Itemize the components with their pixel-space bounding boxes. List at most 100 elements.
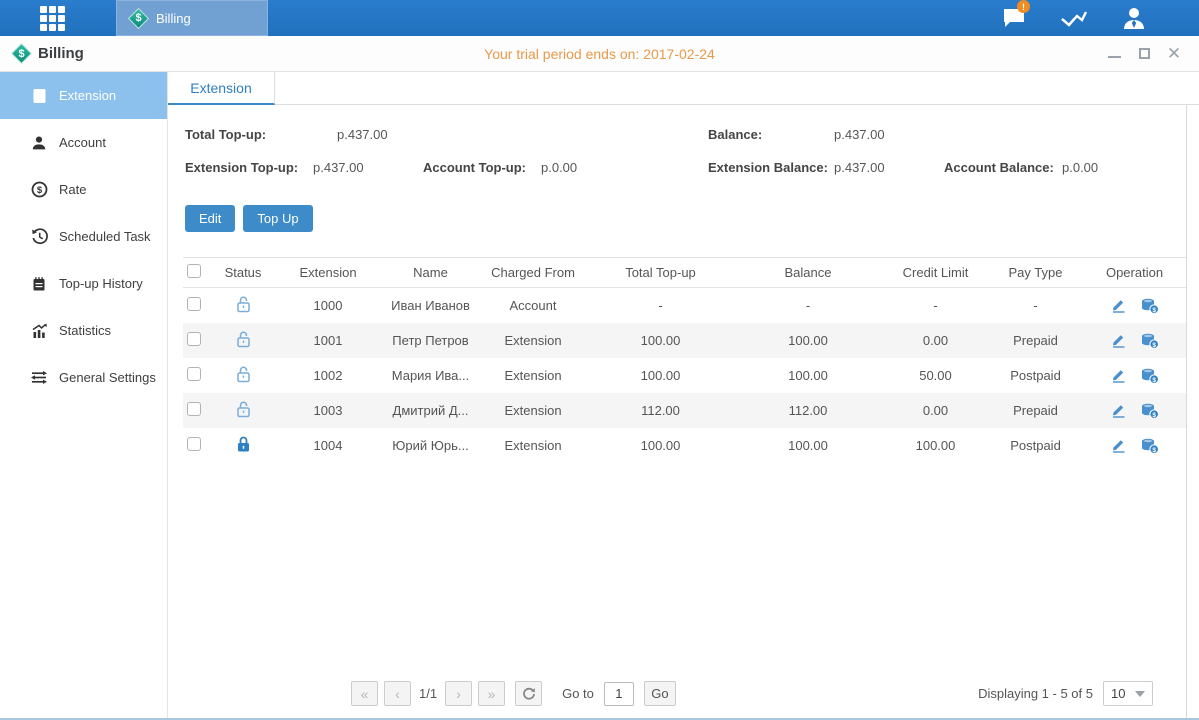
col-header-name: Name bbox=[383, 265, 478, 280]
goto-label: Go to bbox=[562, 686, 594, 701]
charged-from-cell: Extension bbox=[478, 438, 588, 453]
last-page-button[interactable]: » bbox=[478, 681, 505, 706]
status-cell bbox=[213, 331, 273, 351]
total-topup-cell: 100.00 bbox=[588, 333, 733, 348]
row-checkbox[interactable] bbox=[187, 297, 201, 311]
credit-limit-cell: 50.00 bbox=[883, 368, 988, 383]
svg-text:$: $ bbox=[1152, 412, 1156, 419]
notification-badge: ! bbox=[1017, 0, 1030, 13]
top-up-coins-icon[interactable]: $ bbox=[1141, 333, 1159, 349]
lock-open-icon bbox=[236, 336, 251, 351]
balance-cell: 100.00 bbox=[733, 438, 883, 453]
sidebar-item-label: Scheduled Task bbox=[59, 229, 151, 244]
total-topup-value: p.437.00 bbox=[337, 127, 388, 142]
status-cell bbox=[213, 436, 273, 456]
balance-cell: 100.00 bbox=[733, 368, 883, 383]
next-page-button[interactable]: › bbox=[445, 681, 472, 706]
edit-button[interactable]: Edit bbox=[185, 205, 235, 232]
maximize-button[interactable] bbox=[1139, 48, 1150, 59]
charged-from-cell: Account bbox=[478, 298, 588, 313]
total-topup-cell: - bbox=[588, 298, 733, 313]
app-grid-icon[interactable] bbox=[40, 6, 70, 30]
top-up-coins-icon[interactable]: $ bbox=[1141, 438, 1159, 454]
notepad-icon bbox=[30, 275, 48, 292]
col-header-credit-limit: Credit Limit bbox=[883, 265, 988, 280]
extension-table: Status Extension Name Charged From Total… bbox=[183, 257, 1186, 463]
dollar-circle-icon: $ bbox=[30, 181, 48, 198]
total-topup-label: Total Top-up: bbox=[185, 127, 337, 142]
balance-value: p.437.00 bbox=[834, 127, 885, 142]
row-checkbox[interactable] bbox=[187, 437, 201, 451]
displaying-text: Displaying 1 - 5 of 5 bbox=[978, 686, 1093, 701]
top-up-coins-icon[interactable]: $ bbox=[1141, 298, 1159, 314]
select-all-checkbox[interactable] bbox=[187, 264, 201, 278]
sidebar-item-extension[interactable]: Extension bbox=[0, 72, 167, 119]
account-balance-label: Account Balance: bbox=[944, 160, 1062, 175]
refresh-icon[interactable] bbox=[515, 681, 542, 706]
name-cell: Иван Иванов bbox=[383, 298, 478, 313]
total-topup-cell: 112.00 bbox=[588, 403, 733, 418]
sidebar-item-statistics[interactable]: Statistics bbox=[0, 307, 167, 354]
sidebar-item-general-settings[interactable]: General Settings bbox=[0, 354, 167, 401]
total-topup-cell: 100.00 bbox=[588, 438, 733, 453]
person-icon bbox=[30, 134, 48, 151]
goto-page-input[interactable] bbox=[604, 682, 634, 706]
app-window: $ Billing ! $ Billing Your trial period … bbox=[0, 0, 1199, 720]
window-title: Billing bbox=[38, 45, 84, 62]
sidebar-item-rate[interactable]: $ Rate bbox=[0, 166, 167, 213]
account-balance-value: p.0.00 bbox=[1062, 160, 1098, 175]
lock-open-icon bbox=[236, 301, 251, 316]
table-row: 1003 Дмитрий Д... Extension 112.00 112.0… bbox=[183, 393, 1186, 428]
billing-app-tab[interactable]: $ Billing bbox=[116, 0, 268, 36]
col-header-extension: Extension bbox=[273, 265, 383, 280]
extension-balance-value: p.437.00 bbox=[834, 160, 944, 175]
journal-icon bbox=[30, 87, 48, 104]
table-row: 1002 Мария Ива... Extension 100.00 100.0… bbox=[183, 358, 1186, 393]
pay-type-cell: Postpaid bbox=[988, 368, 1083, 383]
row-checkbox[interactable] bbox=[187, 367, 201, 381]
row-checkbox[interactable] bbox=[187, 332, 201, 346]
name-cell: Мария Ива... bbox=[383, 368, 478, 383]
edit-pencil-icon[interactable] bbox=[1111, 403, 1127, 418]
svg-text:$: $ bbox=[1152, 342, 1156, 349]
edit-pencil-icon[interactable] bbox=[1111, 298, 1127, 313]
pay-type-cell: Prepaid bbox=[988, 403, 1083, 418]
page-size-dropdown[interactable]: 10 bbox=[1103, 681, 1153, 706]
edit-pencil-icon[interactable] bbox=[1111, 368, 1127, 383]
credit-limit-cell: - bbox=[883, 298, 988, 313]
top-up-coins-icon[interactable]: $ bbox=[1141, 368, 1159, 384]
balance-cell: 100.00 bbox=[733, 333, 883, 348]
sidebar-item-account[interactable]: Account bbox=[0, 119, 167, 166]
history-clock-icon bbox=[30, 228, 48, 245]
sidebar-item-label: Rate bbox=[59, 182, 86, 197]
operation-cell: $ bbox=[1083, 298, 1186, 314]
pay-type-cell: Postpaid bbox=[988, 438, 1083, 453]
edit-pencil-icon[interactable] bbox=[1111, 333, 1127, 348]
operation-cell: $ bbox=[1083, 368, 1186, 384]
sidebar-item-scheduled-task[interactable]: Scheduled Task bbox=[0, 213, 167, 260]
go-button[interactable]: Go bbox=[644, 681, 676, 706]
billing-title-icon: $ bbox=[12, 44, 31, 63]
first-page-button[interactable]: « bbox=[351, 681, 378, 706]
edit-pencil-icon[interactable] bbox=[1111, 438, 1127, 453]
sidebar-item-label: General Settings bbox=[59, 370, 156, 385]
extension-cell: 1004 bbox=[273, 438, 383, 453]
top-up-button[interactable]: Top Up bbox=[243, 205, 312, 232]
prev-page-button[interactable]: ‹ bbox=[384, 681, 411, 706]
sidebar-item-label: Statistics bbox=[59, 323, 111, 338]
row-checkbox[interactable] bbox=[187, 402, 201, 416]
monitor-chart-icon[interactable] bbox=[1057, 5, 1091, 31]
user-account-icon[interactable] bbox=[1117, 5, 1151, 31]
charged-from-cell: Extension bbox=[478, 368, 588, 383]
operation-cell: $ bbox=[1083, 438, 1186, 454]
extension-topup-label: Extension Top-up: bbox=[185, 160, 313, 175]
minimize-button[interactable] bbox=[1108, 50, 1121, 58]
tab-extension[interactable]: Extension bbox=[168, 72, 275, 105]
sidebar-item-label: Top-up History bbox=[59, 276, 143, 291]
close-button[interactable]: ✕ bbox=[1167, 48, 1181, 60]
top-up-coins-icon[interactable]: $ bbox=[1141, 403, 1159, 419]
messages-icon[interactable]: ! bbox=[997, 5, 1031, 31]
table-row: 1004 Юрий Юрь... Extension 100.00 100.00… bbox=[183, 428, 1186, 463]
page-size-value: 10 bbox=[1111, 686, 1125, 701]
sidebar-item-topup-history[interactable]: Top-up History bbox=[0, 260, 167, 307]
